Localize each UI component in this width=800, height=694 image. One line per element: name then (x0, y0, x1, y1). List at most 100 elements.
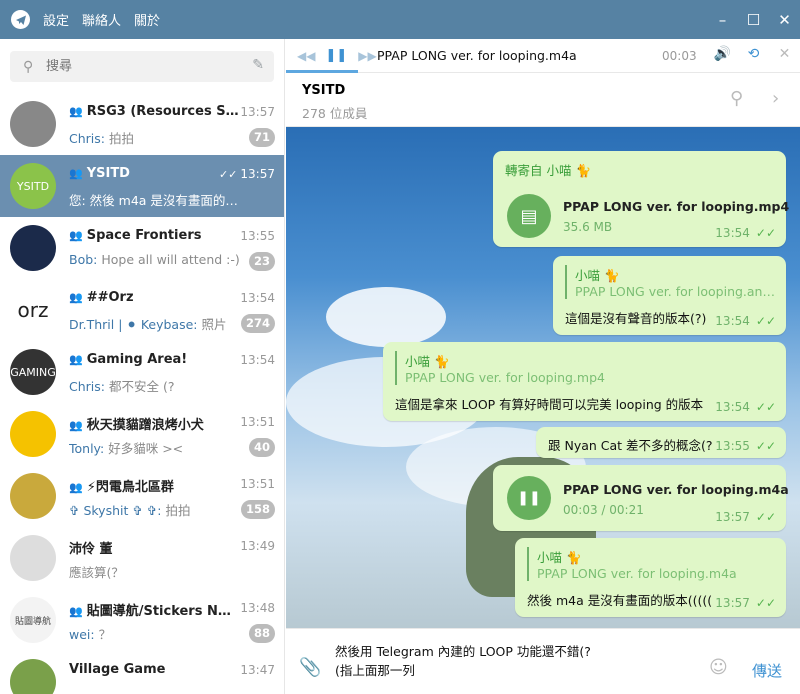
chat-time: 13:51 (240, 477, 275, 491)
last-message-sender: wei: (69, 627, 95, 642)
read-check-icon: ✓✓ (755, 314, 776, 328)
message-bubble[interactable]: 轉寄自 小喵 🐈 ▤ PPAP LONG ver. for looping.mp… (493, 151, 789, 247)
message-time: 13:57 ✓✓ (715, 510, 776, 524)
chat-list-item[interactable]: 貼圖導航 👥 貼圖導航/Stickers Navi... 13:48 wei: ？ 88 (0, 589, 284, 651)
chat-time-text: 13:47 (240, 663, 275, 677)
chat-time: 13:57 (240, 105, 275, 119)
chat-list-item[interactable]: 👥 秋天摸貓蹭浪烤小犬 13:51 Tonly: 好多貓咪 >< 40 (0, 403, 284, 465)
last-message-sender: Chris: (69, 131, 105, 146)
close-player-icon[interactable]: ✕ (769, 46, 800, 62)
chat-list-item[interactable]: 沛伶 董 13:49 應該算(？ (0, 527, 284, 589)
chat-last-message: Bob: Hope all will attend :-) (69, 252, 244, 267)
chat-name: 👥 YSITD (69, 166, 239, 181)
read-check-icon: ✓✓ (218, 168, 238, 181)
reply-quote[interactable]: 小喵 🐈 PPAP LONG ver. for looping.mp4 (395, 351, 645, 385)
menu-contacts[interactable]: 聯絡人 (82, 10, 121, 29)
player-elapsed-time: 00:03 (662, 49, 697, 63)
read-check-icon: ✓✓ (755, 226, 776, 240)
search-icon[interactable]: ⚲ (730, 88, 743, 109)
file-name[interactable]: PPAP LONG ver. for looping.mp4 (563, 199, 789, 214)
read-check-icon: ✓✓ (755, 439, 776, 453)
repeat-icon[interactable]: ⟲ (738, 46, 769, 62)
file-name[interactable]: PPAP LONG ver. for looping.m4a (563, 482, 789, 497)
chat-name: 👥 ⚡閃電鳥北區群 (69, 476, 239, 495)
minimize-icon[interactable]: – (707, 11, 738, 29)
message-bubble[interactable]: 小喵 🐈 PPAP LONG ver. for looping.an.... 這… (553, 256, 786, 335)
close-icon[interactable]: ✕ (769, 11, 800, 29)
chat-title[interactable]: YSITD (302, 83, 345, 98)
message-time: 13:54 ✓✓ (715, 314, 776, 328)
chat-list-item[interactable]: 👥 Space Frontiers 13:55 Bob: Hope all will … (0, 217, 284, 279)
chat-last-message: 您: 然後 m4a 是沒有畫面的版本((((( (69, 190, 244, 209)
compose-pencil-icon[interactable]: ✎ (252, 57, 264, 73)
maximize-icon[interactable]: ☐ (738, 11, 769, 29)
chevron-right-icon[interactable]: › (772, 88, 779, 109)
attach-paperclip-icon[interactable]: 📎 (299, 657, 321, 678)
last-message-sender: Chris: (69, 379, 105, 394)
search-box: ⚲ ✎ (10, 51, 274, 82)
input-line: (指上面那一列 (335, 663, 415, 678)
chat-time-text: 13:48 (240, 601, 275, 615)
conversation-panel: ◀◀ ❚❚ ▶▶ PPAP LONG ver. for looping.m4a … (286, 39, 800, 694)
chat-name-text: Space Frontiers (86, 228, 202, 243)
chat-list-item[interactable]: GAMING 👥 Gaming Area! 13:54 Chris: 都不安全 (? (0, 341, 284, 403)
search-icon: ⚲ (23, 58, 34, 75)
chat-time: 13:49 (240, 539, 275, 553)
chat-time-text: 13:49 (240, 539, 275, 553)
avatar-text: 貼圖導航 (14, 616, 51, 627)
menu-settings[interactable]: 設定 (43, 10, 69, 29)
pause-icon[interactable]: ❚❚ (325, 48, 347, 63)
chat-name-text: 沛伶 董 (69, 542, 113, 557)
chat-time-text: 13:51 (240, 415, 275, 429)
chat-list-item[interactable]: orz 👥 ##Orz 13:54 Dr.Thril | ⚫ Keybase: 照片 27… (0, 279, 284, 341)
send-button[interactable]: 傳送 (752, 660, 782, 681)
member-count: 278 位成員 (302, 106, 368, 121)
avatar (10, 659, 56, 694)
chat-name: 👥 Space Frontiers (69, 228, 239, 243)
file-download-icon[interactable]: ▤ (507, 194, 551, 238)
next-track-icon[interactable]: ▶▶ (358, 49, 376, 63)
chat-name-text: Village Game (69, 662, 166, 677)
chat-time: 13:54 (240, 353, 275, 367)
last-message-sender: Tonly: (69, 441, 105, 456)
message-bubble[interactable]: 小喵 🐈 PPAP LONG ver. for looping.mp4 這個是拿… (383, 342, 786, 421)
menu-about[interactable]: 關於 (134, 10, 160, 29)
chat-list-item[interactable]: YSITD👥YSITD✓✓13:57您: 然後 m4a 是沒有畫面的版本((((… (0, 155, 284, 217)
chat-name: 👥 貼圖導航/Stickers Navi... (69, 600, 239, 619)
message-text: 這個是拿來 LOOP 有算好時間可以完美 looping 的版本 (395, 397, 704, 412)
avatar-text: YSITD (16, 179, 50, 193)
chat-last-message: Chris: 拍拍 (69, 128, 244, 147)
read-check-icon: ✓✓ (755, 510, 776, 524)
chat-time-text: 13:57 (240, 105, 275, 119)
chat-list-item[interactable]: 👥 ⚡閃電鳥北區群 13:51 ✞ Skyshit ✞ ✞: 拍拍 158 (0, 465, 284, 527)
search-input[interactable] (46, 59, 236, 74)
message-input[interactable]: 然後用 Telegram 內建的 LOOP 功能還不錯(? (指上面那一列 (335, 642, 695, 680)
message-bubble[interactable]: 小喵 🐈 PPAP LONG ver. for looping.m4a 然後 m… (515, 538, 786, 617)
volume-icon[interactable]: 🔊 (707, 46, 738, 62)
avatar (10, 225, 56, 271)
emoji-icon[interactable]: ☺ (709, 657, 728, 678)
chat-name-text: YSITD (86, 166, 130, 181)
chat-name: 👥 秋天摸貓蹭浪烤小犬 (69, 414, 239, 433)
chat-list: 👥RSG3 (Resources Shar...13:57Chris: 拍拍71… (0, 93, 284, 694)
chat-list-item[interactable]: 👥RSG3 (Resources Shar...13:57Chris: 拍拍71 (0, 93, 284, 155)
previous-track-icon[interactable]: ◀◀ (297, 49, 315, 63)
group-icon: 👥 (69, 229, 83, 242)
last-message-text: 好多貓咪 >< (104, 441, 184, 456)
time-text: 13:54 (715, 226, 750, 240)
message-bubble[interactable]: 跟 Nyan Cat 差不多的概念(? 13:55 ✓✓ (536, 427, 786, 458)
reply-author: 小喵 🐈 (405, 354, 450, 369)
reply-quote[interactable]: 小喵 🐈 PPAP LONG ver. for looping.m4a (527, 547, 767, 581)
reply-author: 小喵 🐈 (575, 268, 620, 283)
avatar-text: GAMING (10, 365, 56, 379)
message-time: 13:57 ✓✓ (715, 596, 776, 610)
message-history[interactable]: 轉寄自 小喵 🐈 ▤ PPAP LONG ver. for looping.mp… (286, 127, 800, 628)
audio-player: ◀◀ ❚❚ ▶▶ PPAP LONG ver. for looping.m4a … (286, 39, 800, 73)
message-bubble[interactable]: ❚❚ PPAP LONG ver. for looping.m4a 00:03 … (493, 465, 789, 531)
time-text: 13:57 (715, 510, 750, 524)
reply-quote[interactable]: 小喵 🐈 PPAP LONG ver. for looping.an.... (565, 265, 775, 299)
chat-list-item[interactable]: Village Game 13:47 (0, 651, 284, 694)
reply-text: PPAP LONG ver. for looping.mp4 (405, 370, 605, 385)
avatar: YSITD (10, 163, 56, 209)
pause-icon[interactable]: ❚❚ (507, 476, 551, 520)
